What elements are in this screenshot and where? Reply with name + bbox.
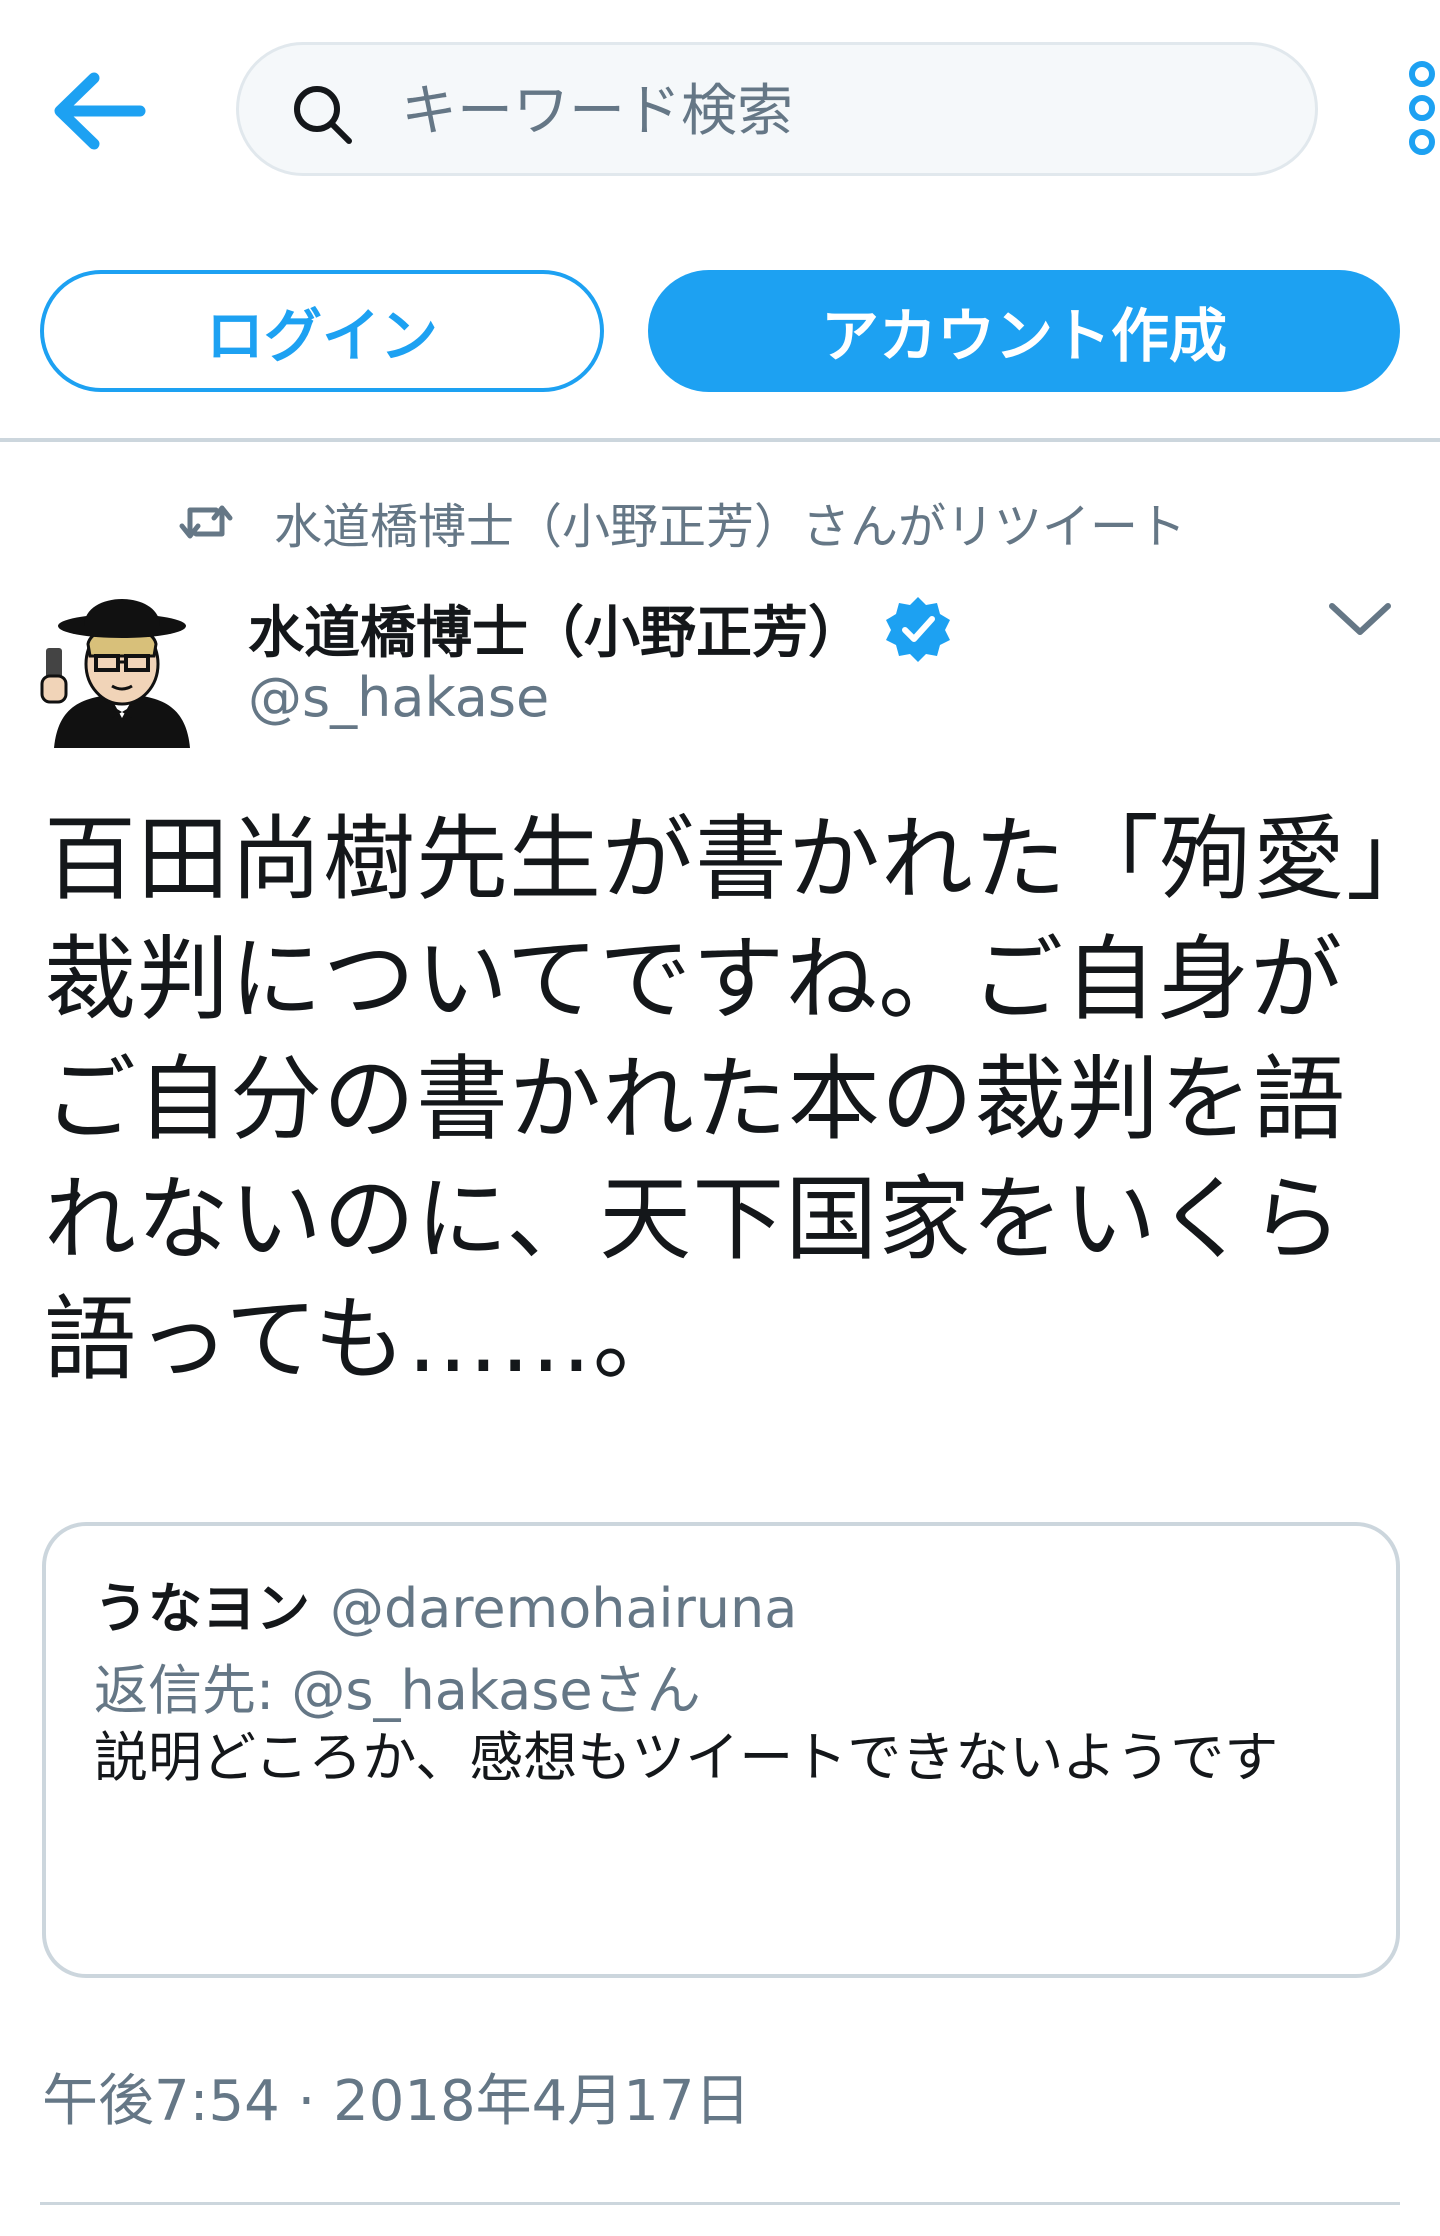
tweet-options-button[interactable] [1320,590,1400,650]
quoted-tweet[interactable]: うなヨン @daremohairuna 返信先: @s_hakaseさん 説明どこ… [42,1522,1400,1978]
quoted-author-handle: @daremohairuna [330,1577,798,1640]
back-button[interactable] [48,66,148,156]
login-button[interactable]: ログイン [40,270,604,392]
verified-badge-icon [886,596,950,662]
search-box[interactable] [236,42,1318,176]
footer-divider [40,2202,1400,2205]
author-name[interactable]: 水道橋博士（小野正芳） [248,588,954,669]
retweet-context-label: 水道橋博士（小野正芳）さんがリツイート [274,499,1187,555]
chevron-down-icon [1329,603,1391,635]
retweet-context[interactable]: 水道橋博士（小野正芳）さんがリツイート [178,482,1186,562]
avatar[interactable] [40,578,190,748]
arrow-left-icon [54,72,146,150]
author-handle[interactable]: @s_hakase [248,666,549,729]
top-bar [0,0,1440,220]
quoted-reply-to: 返信先: @s_hakaseさん [94,1659,701,1722]
tweet-text: 百田尚樹先生が書かれた「殉愛」裁判についてですね。ご自身がご自分の書かれた本の裁… [44,806,1394,1393]
quoted-author-name: うなヨン [94,1577,310,1640]
quoted-tweet-header: うなヨン @daremohairuna [94,1564,797,1643]
search-input[interactable] [399,65,1283,157]
quoted-tweet-text: 説明どころか、感想もツイートできないようです [94,1726,1279,1789]
header-divider [0,438,1440,442]
tweet-timestamp[interactable]: 午後7:54 · 2018年4月17日 [42,2056,751,2137]
more-menu-button[interactable] [1400,60,1440,160]
signup-button[interactable]: アカウント作成 [648,270,1400,392]
avatar-illustration [40,599,190,748]
search-icon [294,86,352,144]
retweet-icon [179,505,233,539]
more-vertical-icon [1409,61,1435,155]
author-name-label: 水道橋博士（小野正芳） [248,601,864,666]
